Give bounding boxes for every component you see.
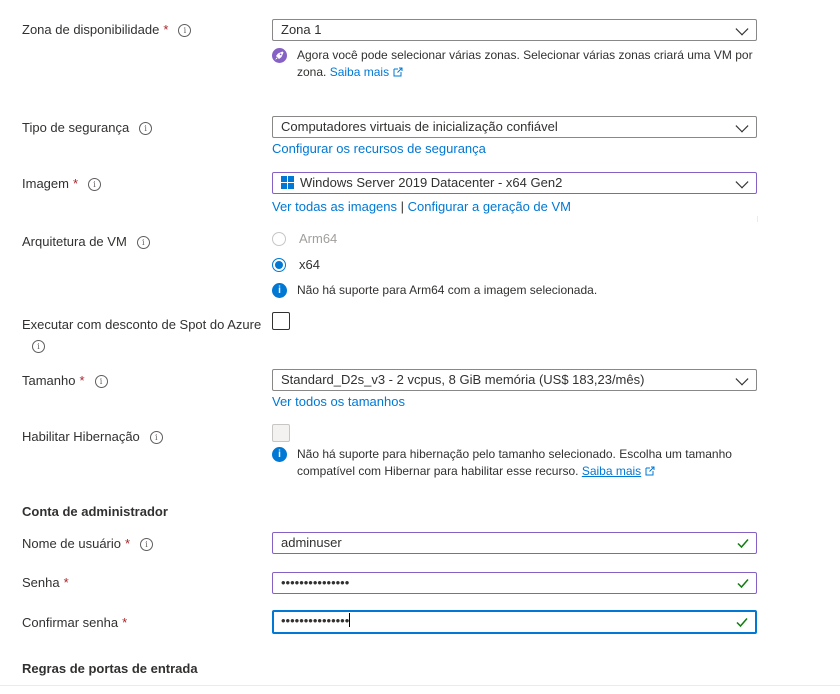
see-all-images-link[interactable]: Ver todas as imagens	[272, 199, 397, 214]
inbound-ports-section-title: Regras de portas de entrada	[22, 661, 198, 676]
zona-learn-more-link[interactable]: Saiba mais	[330, 65, 389, 79]
rocket-icon	[272, 48, 287, 63]
info-icon[interactable]: i	[139, 122, 153, 135]
password-input[interactable]: •••••••••••••••	[272, 572, 757, 594]
checkmark-icon	[737, 539, 749, 549]
spot-label: Executar com desconto de Spot do Azure	[22, 317, 262, 332]
link-separator: |	[400, 199, 405, 214]
info-icon[interactable]: i	[32, 340, 45, 353]
confirm-password-value: •••••••••••••••	[281, 613, 350, 628]
external-link-icon	[393, 67, 403, 77]
zona-label-row: Zona de disponibilidade * i	[22, 21, 192, 39]
seguranca-select-value: Computadores virtuais de inicialização c…	[281, 119, 558, 134]
confirm-password-label-row: Confirmar senha *	[22, 614, 127, 632]
info-icon[interactable]: i	[136, 236, 150, 249]
spot-checkbox[interactable]	[272, 312, 290, 330]
windows-logo-icon	[281, 176, 294, 189]
hibernacao-checkbox[interactable]	[272, 424, 290, 442]
required-marker: *	[125, 536, 131, 551]
confirm-password-input[interactable]: •••••••••••••••	[272, 610, 757, 634]
imagem-label-row: Imagem * i	[22, 175, 102, 193]
tamanho-label-row: Tamanho * i	[22, 372, 108, 390]
info-icon[interactable]: i	[149, 431, 163, 444]
info-filled-icon: i	[272, 447, 287, 462]
arm64-radio[interactable]	[272, 232, 286, 246]
required-marker: *	[79, 373, 85, 388]
external-link-icon	[645, 466, 655, 476]
required-marker: *	[72, 176, 79, 191]
spot-label-row: Executar com desconto de Spot do Azure i	[22, 316, 267, 355]
scroll-divider	[757, 216, 758, 222]
zona-select[interactable]: Zona 1	[272, 19, 757, 41]
arm64-radio-label: Arm64	[299, 231, 338, 246]
x64-radio[interactable]	[272, 258, 286, 272]
chevron-down-icon	[735, 372, 749, 386]
chevron-down-icon	[735, 22, 749, 36]
required-marker: *	[122, 615, 128, 630]
password-label: Senha	[22, 575, 60, 590]
see-all-sizes-link[interactable]: Ver todos os tamanhos	[272, 393, 405, 411]
chevron-down-icon	[735, 175, 749, 189]
username-label: Nome de usuário	[22, 536, 121, 551]
tamanho-label: Tamanho	[22, 373, 76, 388]
arquitetura-notice: i Não há suporte para Arm64 com a imagem…	[272, 282, 762, 299]
configure-vm-generation-link[interactable]: Configurar a geração de VM	[408, 199, 571, 214]
arquitetura-label: Arquitetura de VM	[22, 234, 127, 249]
info-icon[interactable]: i	[140, 538, 154, 551]
username-label-row: Nome de usuário * i	[22, 535, 154, 553]
password-value: •••••••••••••••	[281, 575, 350, 590]
arquitetura-notice-text: Não há suporte para Arm64 com a imagem s…	[297, 283, 598, 297]
admin-section-title: Conta de administrador	[22, 504, 168, 519]
configure-security-link[interactable]: Configurar os recursos de segurança	[272, 140, 486, 158]
seguranca-label-row: Tipo de segurança i	[22, 119, 153, 137]
zona-label: Zona de disponibilidade	[22, 22, 160, 37]
checkmark-icon	[737, 579, 749, 589]
imagem-label: Imagem	[22, 176, 69, 191]
imagem-select-value: Windows Server 2019 Datacenter - x64 Gen…	[300, 175, 563, 190]
hibernacao-label-row: Habilitar Hibernação i	[22, 428, 163, 446]
info-icon[interactable]: i	[94, 375, 108, 388]
tamanho-select-value: Standard_D2s_v3 - 2 vcpus, 8 GiB memória…	[281, 372, 645, 387]
required-marker: *	[163, 22, 169, 37]
zona-select-value: Zona 1	[281, 22, 322, 37]
chevron-down-icon	[735, 119, 749, 133]
bottom-divider	[0, 685, 840, 686]
imagem-links: Ver todas as imagens | Configurar a gera…	[272, 198, 571, 216]
seguranca-label: Tipo de segurança	[22, 120, 130, 135]
zona-notice: Agora você pode selecionar várias zonas.…	[272, 47, 762, 81]
hibernacao-label: Habilitar Hibernação	[22, 429, 140, 444]
info-icon[interactable]: i	[178, 24, 192, 37]
username-value: adminuser	[281, 535, 342, 550]
tamanho-select[interactable]: Standard_D2s_v3 - 2 vcpus, 8 GiB memória…	[272, 369, 757, 391]
info-icon[interactable]: i	[88, 178, 102, 191]
confirm-password-label: Confirmar senha	[22, 615, 119, 630]
arquitetura-label-row: Arquitetura de VM i	[22, 233, 150, 251]
checkmark-icon	[736, 618, 748, 628]
x64-radio-label: x64	[299, 257, 320, 272]
username-input[interactable]: adminuser	[272, 532, 757, 554]
hibernacao-learn-more-link[interactable]: Saiba mais	[582, 464, 641, 478]
imagem-select[interactable]: Windows Server 2019 Datacenter - x64 Gen…	[272, 172, 757, 194]
hibernacao-notice: i Não há suporte para hibernação pelo ta…	[272, 446, 747, 480]
required-marker: *	[63, 575, 69, 590]
seguranca-select[interactable]: Computadores virtuais de inicialização c…	[272, 116, 757, 138]
hibernacao-notice-text: Não há suporte para hibernação pelo tama…	[297, 447, 732, 478]
text-cursor	[349, 613, 351, 627]
password-label-row: Senha *	[22, 574, 69, 592]
info-filled-icon: i	[272, 283, 287, 298]
